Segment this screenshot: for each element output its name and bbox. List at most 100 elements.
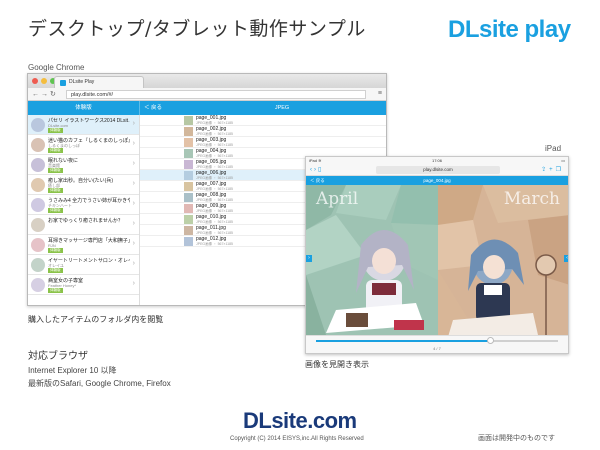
file-row[interactable]: page_003.jpg JPEG画像 ・ 567×1185	[140, 137, 386, 148]
minimize-window-icon[interactable]	[41, 78, 47, 84]
browser-tab[interactable]: DLsite Play	[54, 76, 144, 88]
file-row[interactable]: page_002.jpg JPEG画像 ・ 567×1185	[140, 126, 386, 137]
file-thumbnail	[184, 138, 193, 147]
right-page-word: March	[503, 189, 560, 209]
forward-arrow-icon[interactable]: →	[41, 91, 50, 98]
file-thumbnail	[184, 116, 193, 125]
page-counter: 4 / 7	[433, 346, 441, 351]
chevron-right-icon: ›	[132, 260, 135, 267]
dev-note: 画面は開発中のものです	[478, 434, 555, 442]
trial-badge: 体験版	[48, 188, 63, 193]
address-bar[interactable]: play.dlsite.com/#/	[66, 90, 366, 99]
list-item[interactable]: パセリ イラストワークス2014 DLsit… DLsite.com 体験版 ›	[28, 115, 139, 135]
list-item[interactable]: 耳掃きマッサージ専門店「大和撫子」… RJN 体験版 ›	[28, 235, 139, 255]
prev-page-arrow-icon[interactable]: ›	[306, 255, 312, 262]
page-slider-knob[interactable]	[487, 337, 495, 344]
file-thumbnail	[184, 204, 193, 213]
work-title: 眠れない夜に	[48, 158, 79, 164]
work-list: パセリ イラストワークス2014 DLsit… DLsite.com 体験版 ›…	[28, 115, 140, 305]
file-thumbnail	[184, 182, 193, 191]
chrome-tabbar: DLsite Play	[28, 74, 386, 88]
work-thumbnail	[31, 238, 45, 252]
footer-logo: DLsite.com	[243, 408, 357, 433]
spread-viewer[interactable]: April March › ‹	[306, 185, 568, 337]
tabs-icon[interactable]: ❐	[556, 167, 564, 173]
chevron-right-icon: ›	[132, 140, 135, 147]
header-back-button[interactable]: ＜ 戻る	[144, 101, 162, 115]
battery-icon: ▭	[561, 158, 565, 163]
close-window-icon[interactable]	[32, 78, 38, 84]
file-meta: JPEG画像 ・ 567×1185	[196, 242, 233, 246]
next-page-arrow-icon[interactable]: ‹	[564, 255, 568, 262]
wifi-icon: iPad ≋	[309, 158, 322, 163]
ipad-label: iPad	[545, 144, 562, 153]
browsers-heading: 対応ブラウザ	[28, 351, 88, 362]
app-header: 体験版 ＜ 戻る JPEG	[28, 101, 386, 115]
work-thumbnail	[31, 178, 45, 192]
work-thumbnail	[31, 158, 45, 172]
chevron-right-icon: ›	[132, 120, 135, 127]
chevron-right-icon: ›	[132, 160, 135, 167]
work-thumbnail	[31, 258, 45, 272]
file-thumbnail	[184, 193, 193, 202]
file-thumbnail	[184, 127, 193, 136]
ipad-screen: iPad ≋ 17:06 ▭ ‹›▯ play.dlsite.com ⇪+❐ p…	[305, 156, 569, 354]
chevron-right-icon: ›	[132, 220, 135, 227]
list-item[interactable]: うさみみ4 全力でうさい姉が耳かきや… チキンハート 体験版 ›	[28, 195, 139, 215]
safari-nav: ‹›▯	[310, 166, 323, 173]
share-icon[interactable]: ⇪	[541, 167, 549, 173]
chevron-right-icon: ›	[132, 240, 135, 247]
trial-badge: 体験版	[48, 128, 63, 133]
ipad-status-bar: iPad ≋ 17:06 ▭	[306, 157, 568, 164]
ipad-header-title: page_004.jpg	[423, 178, 451, 183]
chrome-toolbar: ←→↻ play.dlsite.com/#/ ≡	[28, 88, 386, 101]
chrome-caption: 購入したアイテムのフォルダ内を閲覧	[28, 315, 164, 324]
list-item[interactable]: 迷い猫のカフェ『しるくまのしっぽ』 しるくまのしっぽ 体験版 ›	[28, 135, 139, 155]
dlsite-favicon-icon	[60, 80, 66, 86]
page-slider-fill	[316, 340, 491, 342]
work-title: 耳掃きマッサージ専門店「大和撫子」…	[48, 238, 130, 244]
page-slider[interactable]	[316, 337, 558, 344]
list-item[interactable]: イヤートリートメントサロン・オレイ… オレイユ 体験版 ›	[28, 255, 139, 275]
left-page-image: April	[306, 185, 438, 337]
menu-icon[interactable]: ≡	[378, 90, 382, 97]
copyright-text: Copyright (C) 2014 EISYS,inc.All Rights …	[230, 436, 364, 442]
chevron-right-icon: ›	[132, 280, 135, 287]
brand-logo: DLsite play	[448, 16, 571, 43]
bookmarks-icon[interactable]: ▯	[318, 167, 323, 173]
window-controls	[32, 78, 56, 84]
trial-badge: 体験版	[48, 248, 63, 253]
ipad-address-bar[interactable]: play.dlsite.com	[376, 166, 500, 174]
reload-icon[interactable]: ↻	[50, 91, 58, 98]
header-title: JPEG	[274, 105, 290, 111]
header-trial-tab[interactable]: 体験版	[28, 101, 140, 115]
ipad-app-header: page_004.jpg ＜ 戻る	[306, 176, 568, 185]
ipad-back-button[interactable]: ＜ 戻る	[310, 176, 325, 185]
work-title: お家でゆっくり癒されませんか？	[48, 218, 123, 224]
back-arrow-icon[interactable]: ←	[32, 91, 41, 98]
file-thumbnail	[184, 171, 193, 180]
trial-badge: 体験版	[48, 148, 63, 153]
work-thumbnail	[31, 118, 45, 132]
file-thumbnail	[184, 149, 193, 158]
trial-badge: 体験版	[48, 208, 63, 213]
browsers-line-2: 最新版のSafari, Google Chrome, Firefox	[28, 379, 171, 388]
list-item[interactable]: 癒し家出秒。自分い(たい(兵) 癒し部 体験版 ›	[28, 175, 139, 195]
browsers-line-1: Internet Explorer 10 以降	[28, 366, 117, 375]
left-page-word: April	[316, 189, 359, 209]
work-thumbnail	[31, 198, 45, 212]
trial-badge: 体験版	[48, 168, 63, 173]
list-item[interactable]: 眠れない夜に 音楽館 体験版 ›	[28, 155, 139, 175]
file-row[interactable]: page_001.jpg JPEG画像 ・ 567×1185	[140, 115, 386, 126]
work-title: 癒し家出秒。自分い(たい(兵)	[48, 178, 113, 184]
file-thumbnail	[184, 160, 193, 169]
list-item[interactable]: 病室女の子専室 Feather Honey* 体験版 ›	[28, 275, 139, 295]
work-thumbnail	[31, 278, 45, 292]
list-item[interactable]: お家でゆっくり癒されませんか？ ›	[28, 215, 139, 235]
file-thumbnail	[184, 215, 193, 224]
safari-toolbar: ‹›▯ play.dlsite.com ⇪+❐	[306, 164, 568, 176]
work-thumbnail	[31, 138, 45, 152]
chevron-right-icon: ›	[132, 200, 135, 207]
work-thumbnail	[31, 218, 45, 232]
browser-tab-title: DLsite Play	[69, 79, 95, 85]
